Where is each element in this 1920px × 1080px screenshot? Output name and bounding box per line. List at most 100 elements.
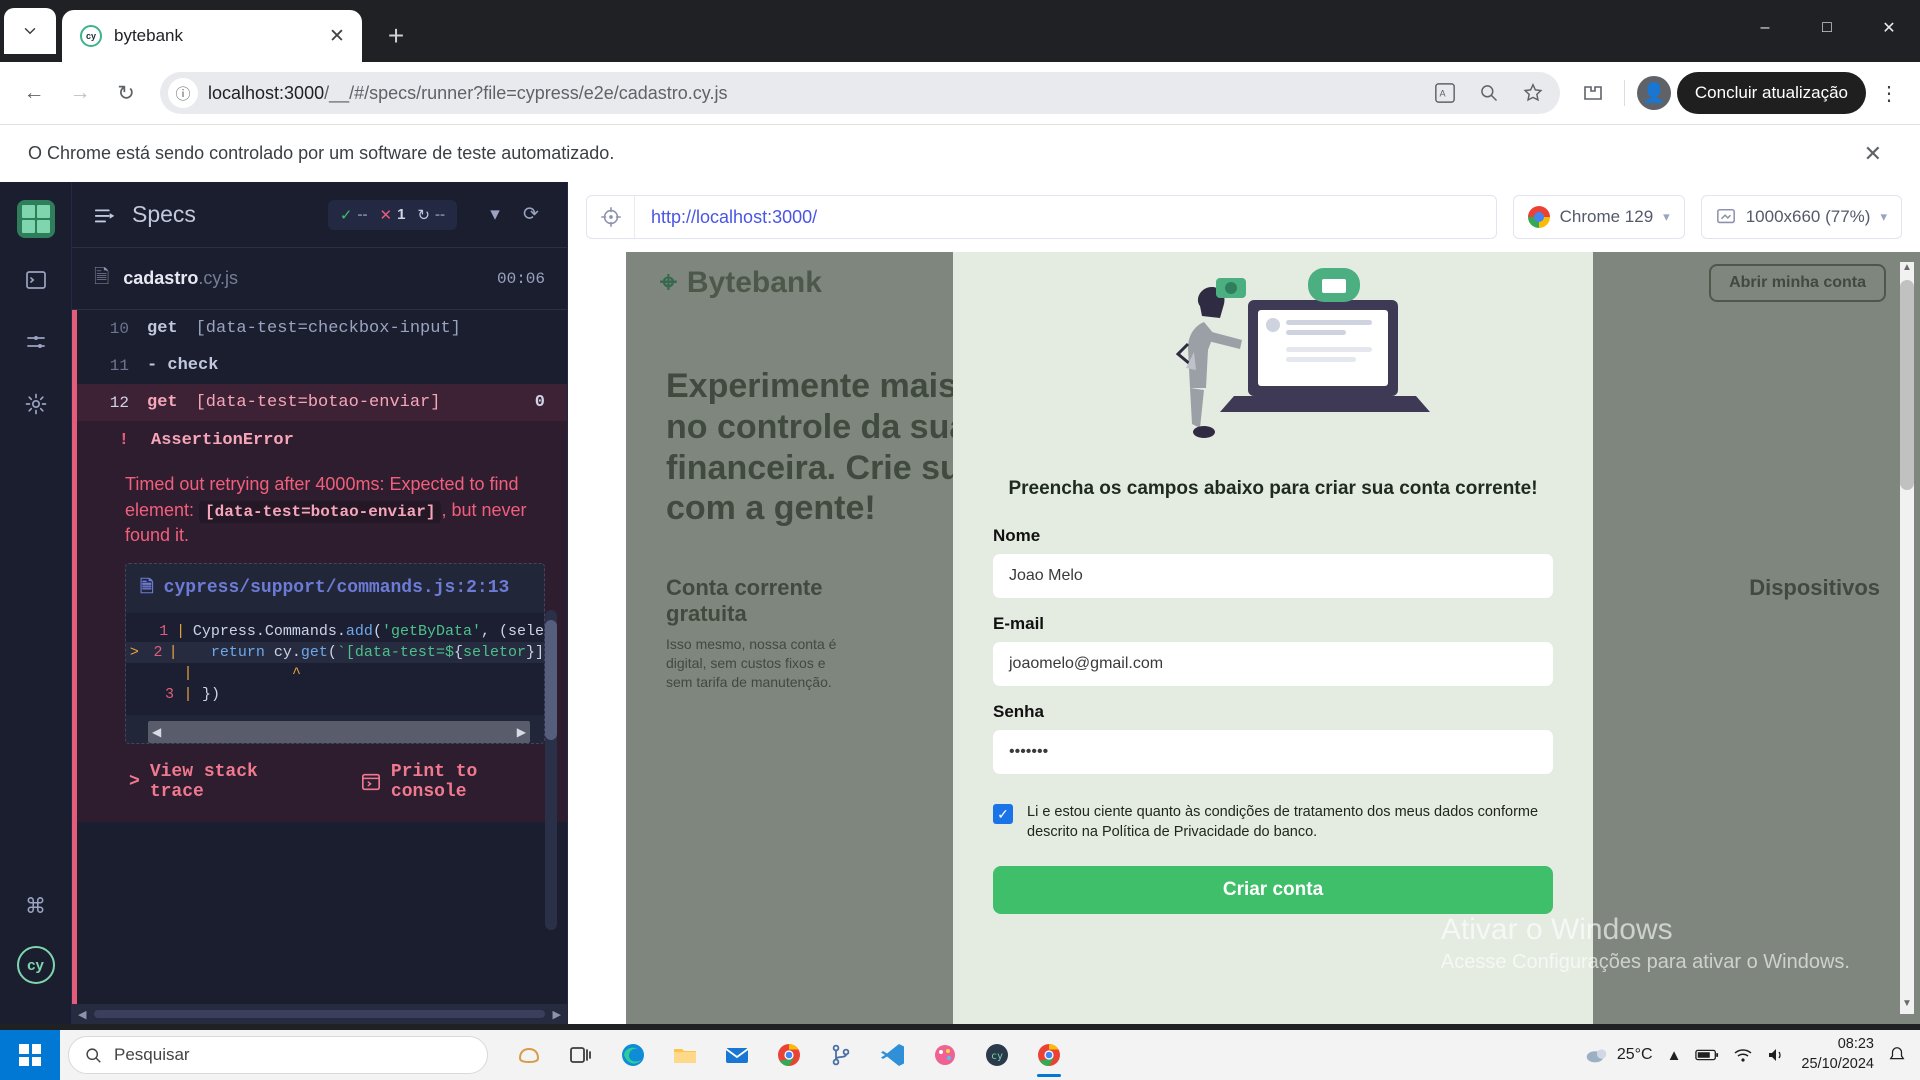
command-row[interactable]: 10 get [data-test=checkbox-input]: [77, 310, 567, 347]
stat-pending-value: --: [435, 206, 445, 223]
error-message: Timed out retrying after 4000ms: Expecte…: [103, 460, 567, 559]
command-argument: [data-test=checkbox-input]: [195, 319, 461, 338]
chrome-active-icon[interactable]: [1026, 1032, 1072, 1078]
scroll-left-arrow-icon[interactable]: ◀: [78, 1008, 86, 1021]
code-horizontal-scrollbar[interactable]: ◀ ▶: [148, 720, 530, 743]
settings-icon[interactable]: [16, 384, 56, 424]
volume-icon[interactable]: [1767, 1047, 1787, 1063]
restart-icon[interactable]: ⟳: [517, 203, 545, 226]
view-stack-trace-button[interactable]: > View stack trace: [129, 762, 301, 802]
viewport-icon: [1716, 207, 1736, 227]
window-close-button[interactable]: ✕: [1858, 0, 1920, 56]
weather-widget[interactable]: 25°C: [1583, 1045, 1653, 1065]
scroll-down-arrow-icon[interactable]: ▼: [1900, 998, 1914, 1014]
infobar-close-icon[interactable]: ✕: [1864, 141, 1892, 167]
input-email[interactable]: joaomelo@gmail.com: [993, 642, 1553, 686]
cypress-logo-icon[interactable]: [16, 200, 55, 238]
tab-close-button[interactable]: ✕: [324, 23, 350, 49]
chevron-down-icon: [24, 28, 36, 35]
runs-icon[interactable]: [16, 322, 56, 362]
forward-button[interactable]: →: [60, 73, 100, 113]
chevron-up-icon[interactable]: ▲: [1667, 1047, 1682, 1064]
taskbar-clock[interactable]: 08:23 25/10/2024: [1801, 1035, 1874, 1074]
maximize-button[interactable]: □: [1796, 0, 1858, 56]
scroll-left-arrow-icon[interactable]: ◀: [152, 725, 161, 739]
print-to-console-label: Print to console: [390, 761, 478, 802]
command-log-area: 10 get [data-test=checkbox-input] 11 - c…: [72, 310, 567, 1004]
kebab-menu-icon[interactable]: ⋮: [1872, 74, 1906, 112]
svg-text:cy: cy: [991, 1051, 1003, 1062]
command-row-failed[interactable]: 12 get [data-test=botao-enviar] 0: [77, 384, 567, 421]
toolbar-divider: [1623, 80, 1625, 106]
command-row[interactable]: 11 - check: [77, 347, 567, 384]
console-icon: [361, 772, 381, 792]
taskbar-search-input[interactable]: Pesquisar: [68, 1036, 488, 1074]
error-code-file-link[interactable]: 🗎 cypress/support/commands.js:2:13: [126, 564, 544, 613]
info-icon[interactable]: ⓘ: [168, 78, 198, 108]
code-line: 1 | Cypress.Commands.add('getByData', (s…: [126, 621, 544, 642]
extensions-icon[interactable]: [1574, 74, 1612, 112]
tab-strip: cy bytebank ✕ + – □ ✕: [0, 0, 1920, 62]
copilot-icon[interactable]: [506, 1032, 552, 1078]
reporter-horizontal-scrollbar[interactable]: ◀ ▶: [72, 1004, 567, 1024]
scroll-right-arrow-icon[interactable]: ▶: [553, 1008, 561, 1021]
translate-icon[interactable]: A: [1428, 76, 1462, 110]
browser-selector[interactable]: Chrome 129 ▾: [1512, 195, 1685, 239]
viewport-selector[interactable]: 1000x660 (77%) ▾: [1700, 195, 1902, 239]
task-view-icon[interactable]: [558, 1032, 604, 1078]
bookmark-star-icon[interactable]: [1516, 76, 1550, 110]
aut-iframe[interactable]: ⌖ Bytebank Abrir minha conta Experimente…: [626, 252, 1920, 1024]
windows-start-icon[interactable]: [0, 1030, 60, 1080]
aut-url-bar[interactable]: http://localhost:3000/: [586, 195, 1497, 239]
profile-avatar-icon[interactable]: 👤: [1636, 76, 1671, 110]
app-under-test-panel: http://localhost:3000/ Chrome 129 ▾ 1000…: [568, 182, 1920, 1024]
system-tray: 25°C ▲ 08:23 25/10/2024: [1583, 1035, 1920, 1074]
input-nome[interactable]: Joao Melo: [993, 554, 1553, 598]
scroll-up-arrow-icon[interactable]: ▲: [1900, 262, 1914, 278]
scroll-right-arrow-icon[interactable]: ▶: [517, 725, 526, 739]
scrollbar-thumb[interactable]: [545, 620, 557, 740]
reload-button[interactable]: ↻: [106, 73, 146, 113]
aut-vertical-scrollbar[interactable]: ▲ ▼: [1900, 262, 1914, 1014]
code-line: 3 | }): [126, 684, 544, 705]
tab-search-button[interactable]: [4, 8, 56, 54]
keyboard-shortcut-icon[interactable]: ⌘: [16, 886, 56, 926]
specs-list-icon[interactable]: [94, 205, 118, 225]
print-to-console-button[interactable]: Print to console: [361, 762, 541, 802]
paint-icon[interactable]: [922, 1032, 968, 1078]
create-account-button[interactable]: Criar conta: [993, 866, 1553, 914]
minimize-button[interactable]: –: [1734, 0, 1796, 56]
battery-icon[interactable]: [1695, 1048, 1719, 1062]
file-icon: 🗎: [140, 578, 154, 598]
cypress-badge-icon[interactable]: cy: [16, 946, 55, 984]
cypress-icon[interactable]: cy: [974, 1032, 1020, 1078]
scrollbar-thumb[interactable]: [94, 1010, 545, 1018]
git-icon[interactable]: [818, 1032, 864, 1078]
vscode-icon[interactable]: [870, 1032, 916, 1078]
new-tab-button[interactable]: +: [376, 16, 416, 56]
chevron-down-icon[interactable]: ▾: [481, 203, 509, 226]
privacy-checkbox[interactable]: ✓: [993, 804, 1013, 824]
spec-row[interactable]: 🗎 cadastro.cy.js 00:06: [72, 248, 567, 310]
browser-tab[interactable]: cy bytebank ✕: [62, 10, 362, 62]
wifi-icon[interactable]: [1733, 1047, 1753, 1063]
update-button[interactable]: Concluir atualização: [1676, 72, 1866, 114]
file-explorer-icon[interactable]: [662, 1032, 708, 1078]
command-log-scroll[interactable]: 10 get [data-test=checkbox-input] 11 - c…: [77, 310, 567, 1004]
edge-icon[interactable]: [610, 1032, 656, 1078]
chrome-icon[interactable]: [766, 1032, 812, 1078]
input-senha[interactable]: •••••••: [993, 730, 1553, 774]
zoom-icon[interactable]: [1472, 76, 1506, 110]
reporter-vertical-scrollbar[interactable]: [545, 610, 557, 930]
back-button[interactable]: ←: [14, 73, 54, 113]
specs-icon[interactable]: [16, 260, 56, 300]
scrollbar-thumb[interactable]: [1900, 280, 1914, 490]
notifications-icon[interactable]: [1888, 1046, 1906, 1064]
code-caret: [126, 686, 148, 703]
selector-playground-icon[interactable]: [587, 196, 635, 238]
aut-stage: ⌖ Bytebank Abrir minha conta Experimente…: [568, 252, 1920, 1024]
mail-icon[interactable]: [714, 1032, 760, 1078]
command-number: 12: [109, 393, 129, 412]
address-bar[interactable]: ⓘ localhost:3000/__/#/specs/runner?file=…: [160, 72, 1560, 114]
code-line-marker: | ^: [126, 663, 544, 684]
